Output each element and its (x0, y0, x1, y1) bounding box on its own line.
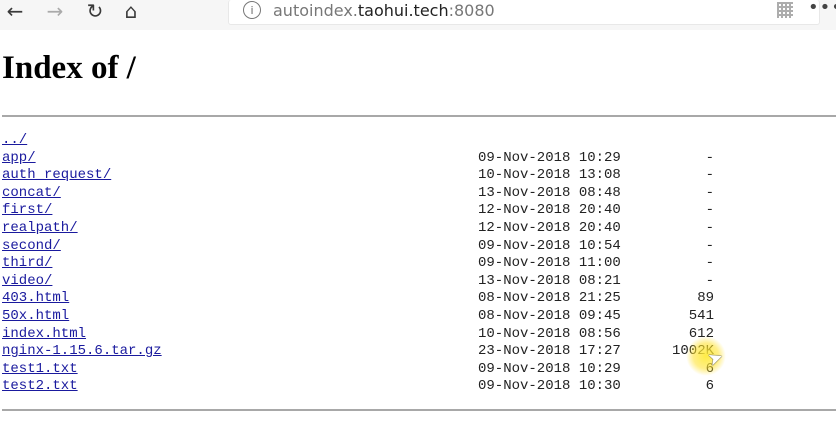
url-text[interactable]: autoindex.taohui.tech:8080 (273, 0, 495, 22)
info-icon[interactable]: i (243, 1, 261, 19)
file-size: 89 (697, 290, 714, 307)
file-link[interactable]: test2.txt (2, 378, 78, 396)
browser-toolbar: ← → ↻ ⌂ i autoindex.taohui.tech:8080 ••• (0, 0, 836, 30)
modified-date: 09-Nov-2018 10:29 (478, 149, 621, 166)
url-prefix: autoindex. (273, 1, 358, 20)
top-divider (2, 115, 836, 117)
file-link[interactable]: realpath/ (2, 220, 78, 238)
modified-date: 13-Nov-2018 08:48 (478, 184, 621, 201)
url-port: :8080 (448, 1, 495, 20)
file-size: - (705, 219, 714, 236)
more-menu-icon[interactable]: ••• (808, 0, 836, 19)
modified-date: 09-Nov-2018 10:54 (478, 237, 621, 254)
modified-date: 08-Nov-2018 09:45 (478, 307, 621, 324)
page-title: Index of / (2, 50, 136, 86)
file-size: - (705, 149, 714, 166)
file-link[interactable]: second/ (2, 238, 61, 256)
file-link[interactable]: test1.txt (2, 361, 78, 379)
file-link[interactable]: video/ (2, 273, 52, 291)
file-size: 541 (688, 307, 714, 324)
file-size: - (705, 255, 714, 272)
file-link[interactable]: 50x.html (2, 308, 69, 326)
file-link[interactable]: concat/ (2, 185, 61, 203)
modified-date: 09-Nov-2018 10:30 (478, 378, 621, 395)
modified-date: 10-Nov-2018 13:08 (478, 167, 621, 184)
arrow-left-icon[interactable]: ← (4, 0, 26, 22)
modified-date: 09-Nov-2018 10:29 (478, 360, 621, 377)
home-icon[interactable]: ⌂ (120, 0, 142, 22)
file-link[interactable]: auth_request/ (2, 167, 111, 185)
file-link[interactable]: nginx-1.15.6.tar.gz (2, 343, 162, 361)
modified-date: 10-Nov-2018 08:56 (478, 325, 621, 342)
file-size: - (705, 237, 714, 254)
reload-icon[interactable]: ↻ (84, 0, 106, 22)
modified-date: 12-Nov-2018 20:40 (478, 219, 621, 236)
arrow-right-icon[interactable]: → (44, 0, 66, 22)
bottom-divider (2, 409, 836, 411)
file-link[interactable]: index.html (2, 326, 86, 344)
modified-date: 12-Nov-2018 20:40 (478, 202, 621, 219)
modified-date: 08-Nov-2018 21:25 (478, 290, 621, 307)
file-size: - (705, 202, 714, 219)
modified-date: 09-Nov-2018 11:00 (478, 255, 621, 272)
file-size: - (705, 272, 714, 289)
file-size: - (705, 167, 714, 184)
url-host: taohui.tech (357, 1, 449, 20)
file-link[interactable]: third/ (2, 255, 52, 273)
file-size: - (705, 184, 714, 201)
file-link[interactable]: ../ (2, 132, 27, 150)
file-size: 6 (705, 378, 714, 395)
file-link[interactable]: app/ (2, 150, 36, 168)
file-link[interactable]: 403.html (2, 290, 69, 308)
qr-code-icon[interactable] (777, 2, 793, 18)
modified-date: 23-Nov-2018 17:27 (478, 343, 621, 360)
address-bar[interactable]: i autoindex.taohui.tech:8080 (228, 0, 820, 25)
modified-date: 13-Nov-2018 08:21 (478, 272, 621, 289)
file-link[interactable]: first/ (2, 202, 52, 220)
